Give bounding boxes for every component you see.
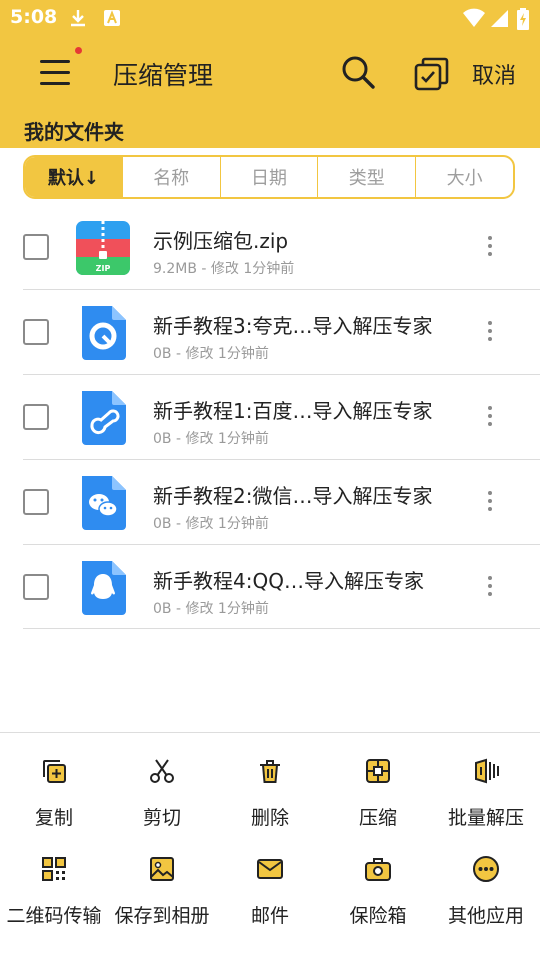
more-options-icon[interactable] xyxy=(486,321,494,343)
file-name: 示例压缩包.zip xyxy=(153,229,289,253)
file-row[interactable]: 新手教程4:QQ…导入解压专家 0B - 修改 1分钟前 xyxy=(0,551,540,636)
file-name: 新手教程4:QQ…导入解压专家 xyxy=(153,569,424,593)
download-icon xyxy=(71,10,85,27)
file-checkbox[interactable] xyxy=(23,404,49,430)
file-name: 新手教程2:微信…导入解压专家 xyxy=(153,484,433,508)
action-label: 删除 xyxy=(250,807,289,829)
sort-tab-type[interactable]: 类型 xyxy=(317,157,415,197)
signal-icon xyxy=(491,10,508,27)
batch-extract-button[interactable]: 批量解压 xyxy=(432,757,540,830)
copy-button[interactable]: 复制 xyxy=(0,757,108,830)
more-options-icon[interactable] xyxy=(486,491,494,513)
divider xyxy=(23,544,540,545)
file-name: 新手教程1:百度…导入解压专家 xyxy=(153,399,433,423)
battery-icon xyxy=(517,8,529,30)
action-label: 邮件 xyxy=(250,905,289,927)
sort-tab-size[interactable]: 大小 xyxy=(415,157,513,197)
more-options-icon[interactable] xyxy=(486,236,494,258)
delete-button[interactable]: 删除 xyxy=(216,757,324,830)
action-label: 其他应用 xyxy=(447,905,524,927)
action-label: 压缩 xyxy=(358,807,397,829)
file-row[interactable]: ZIP 示例压缩包.zip 9.2MB - 修改 1分钟前 xyxy=(0,211,540,296)
status-time: 5:08 xyxy=(10,6,58,28)
cancel-button[interactable]: 取消 xyxy=(472,58,516,90)
action-label: 保险箱 xyxy=(349,905,407,927)
wifi-icon xyxy=(463,8,485,27)
file-meta: 0B - 修改 1分钟前 xyxy=(153,431,269,447)
select-all-icon[interactable] xyxy=(414,56,450,92)
compress-icon xyxy=(366,759,390,783)
file-row[interactable]: 新手教程3:夸克…导入解压专家 0B - 修改 1分钟前 xyxy=(0,296,540,381)
file-checkbox[interactable] xyxy=(23,234,49,260)
sort-tabs: 默认↓ 名称 日期 类型 大小 xyxy=(23,155,515,199)
zip-icon: ZIP xyxy=(76,221,130,275)
divider xyxy=(23,459,540,460)
action-label: 复制 xyxy=(34,807,73,829)
cut-button[interactable]: 剪切 xyxy=(108,757,216,830)
mail-button[interactable]: 邮件 xyxy=(216,855,324,928)
qr-transfer-button[interactable]: 二维码传输 xyxy=(0,855,108,928)
svg-text:ZIP: ZIP xyxy=(96,264,111,273)
action-label: 保存到相册 xyxy=(114,905,210,927)
file-meta: 0B - 修改 1分钟前 xyxy=(153,346,269,362)
safe-box-button[interactable]: 保险箱 xyxy=(324,855,432,928)
page-title: 压缩管理 xyxy=(113,61,214,90)
divider xyxy=(23,289,540,290)
file-name: 新手教程3:夸克…导入解压专家 xyxy=(153,314,433,338)
file-row[interactable]: 新手教程2:微信…导入解压专家 0B - 修改 1分钟前 xyxy=(0,466,540,551)
wechat-doc-icon xyxy=(82,476,126,530)
status-bar: 5:08 xyxy=(0,0,540,36)
qr-code-icon xyxy=(42,857,66,881)
image-icon xyxy=(150,857,174,881)
divider xyxy=(23,628,540,629)
copy-icon xyxy=(43,760,66,783)
scissors-icon xyxy=(150,759,174,783)
sort-tab-default[interactable]: 默认↓ xyxy=(25,157,122,197)
menu-button[interactable] xyxy=(40,58,72,88)
file-row[interactable]: 新手教程1:百度…导入解压专家 0B - 修改 1分钟前 xyxy=(0,381,540,466)
save-to-album-button[interactable]: 保存到相册 xyxy=(108,855,216,928)
baidu-doc-icon xyxy=(82,391,126,445)
sort-tab-date[interactable]: 日期 xyxy=(219,157,318,197)
sort-tab-name[interactable]: 名称 xyxy=(121,157,220,197)
notification-app-icon xyxy=(104,10,120,26)
other-apps-button[interactable]: 其他应用 xyxy=(432,855,540,928)
file-checkbox[interactable] xyxy=(23,574,49,600)
qq-doc-icon xyxy=(82,561,126,615)
file-checkbox[interactable] xyxy=(23,489,49,515)
file-meta: 0B - 修改 1分钟前 xyxy=(153,601,269,617)
app-bar: 压缩管理 取消 xyxy=(0,36,540,112)
more-options-icon[interactable] xyxy=(486,576,494,598)
compress-button[interactable]: 压缩 xyxy=(324,757,432,830)
action-label: 剪切 xyxy=(142,807,181,829)
action-label: 二维码传输 xyxy=(6,905,102,927)
action-panel: 复制 剪切 删除 压缩 批量解压 二维码传输 保存到相册 邮件 保险箱 其他应用 xyxy=(0,732,540,961)
more-options-icon[interactable] xyxy=(486,406,494,428)
file-meta: 0B - 修改 1分钟前 xyxy=(153,516,269,532)
folder-label: 我的文件夹 xyxy=(24,120,124,144)
file-checkbox[interactable] xyxy=(23,319,49,345)
divider xyxy=(23,374,540,375)
more-apps-icon xyxy=(473,856,499,882)
header: 5:08 压缩管理 取消 我的文件夹 xyxy=(0,0,540,148)
mail-icon xyxy=(257,859,283,879)
trash-icon xyxy=(260,760,280,783)
file-meta: 9.2MB - 修改 1分钟前 xyxy=(153,261,295,277)
quark-doc-icon xyxy=(82,306,126,360)
safe-icon xyxy=(365,858,391,881)
batch-extract-icon xyxy=(475,758,499,784)
search-icon[interactable] xyxy=(340,54,376,90)
action-label: 批量解压 xyxy=(447,807,524,829)
notification-dot xyxy=(75,47,82,54)
